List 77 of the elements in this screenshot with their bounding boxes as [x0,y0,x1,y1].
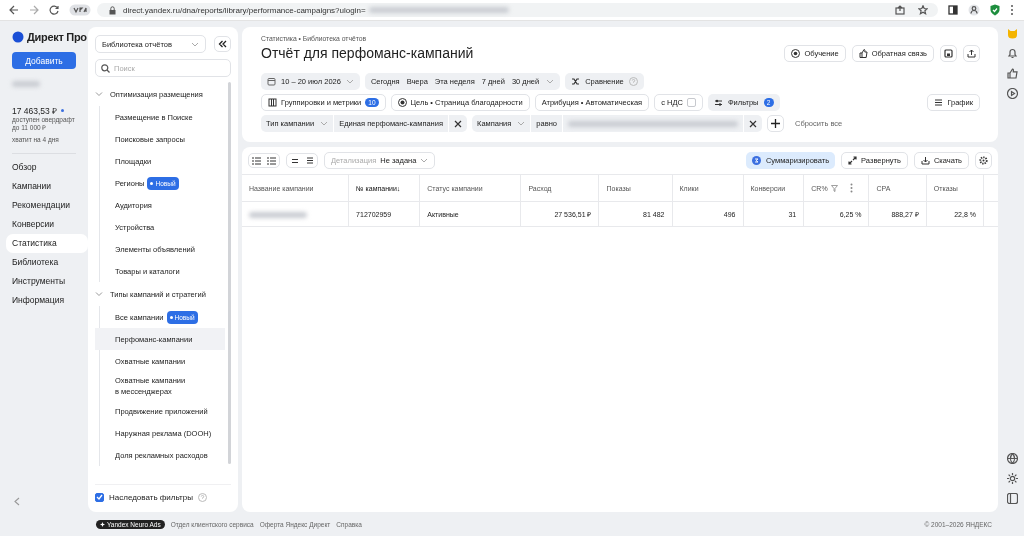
list-view-button[interactable] [264,154,279,167]
sum-icon [751,156,761,165]
columns-icon [268,98,277,107]
reload-icon[interactable] [49,5,59,15]
close-icon [454,119,462,128]
save-button[interactable] [940,45,957,62]
chevron-down-icon [517,121,526,126]
status-dot [61,109,65,112]
lines-icon [305,157,314,164]
nav-item[interactable]: Кампании [6,177,88,196]
back-icon[interactable] [9,5,19,15]
bell-icon[interactable] [1006,48,1018,59]
checkmark-icon [96,494,103,500]
settings-button[interactable] [975,152,992,169]
share-icon[interactable] [895,5,905,15]
thumbs-up-icon [858,49,868,58]
collapse-panel-button[interactable] [214,36,231,52]
chevron-down-icon [420,158,429,163]
blurred-text [249,211,307,218]
chevron-down-icon [546,79,555,84]
logo-icon [12,31,24,43]
calendar-icon [267,77,276,86]
search-icon [101,63,110,73]
help-icon [628,77,638,86]
list-view-button[interactable] [249,154,264,167]
upload-icon [967,49,976,58]
lock-icon [109,5,116,15]
target-icon [397,98,407,107]
close-icon [749,119,757,128]
plus-icon [771,119,780,128]
double-chevron-icon [218,40,227,48]
save-icon [944,49,953,58]
star-icon[interactable] [918,5,928,15]
add-filter-button[interactable] [767,115,784,132]
checkbox-label: Наследовать фильтры [109,492,193,502]
settings-icon [979,156,988,165]
checkbox[interactable] [686,98,696,107]
globe-icon[interactable] [1006,453,1018,464]
remove-filter-button[interactable] [449,115,467,132]
vpn-icon[interactable] [69,4,91,16]
balance-amount: 17 463,53 ₽ [12,105,58,116]
shield-icon[interactable] [990,4,1000,16]
shuffle-icon [571,77,581,86]
chevron-down-icon [191,41,199,47]
sparkle-icon [100,522,105,527]
add-button[interactable]: Добавить [12,52,76,69]
nav-item[interactable]: Обзор [6,158,88,177]
list-icon [252,156,261,165]
sidebar-settings-icon[interactable] [1006,493,1018,504]
nav-item[interactable]: Библиотека [6,253,88,272]
expand-icon [848,156,858,165]
share-button[interactable] [963,45,980,62]
chevron-down-icon [320,121,329,126]
lines-icon [290,157,299,164]
blurred-text [12,81,40,87]
nav-item[interactable]: Инструменты [6,272,88,291]
download-icon [920,156,930,165]
sliders-icon [713,98,723,107]
side-panel-icon[interactable] [948,5,958,15]
scrollbar[interactable] [228,82,231,464]
url-text: direct.yandex.ru/dna/reports/library/performance-campaigns?ulogin= [123,5,366,15]
address-bar[interactable]: direct.yandex.ru/dna/reports/library/performance-campaigns?ulogin= [97,3,938,17]
logo-text: Директ Про [27,31,87,43]
nav-item[interactable]: Статистика [6,234,88,253]
profile-icon[interactable] [968,4,980,16]
nav-item[interactable]: Конверсии [6,215,88,234]
checkbox[interactable] [95,492,104,502]
nav-item[interactable]: Рекомендации [6,196,88,215]
sun-icon[interactable] [1006,473,1018,484]
list-icon [267,156,276,165]
kebab-icon [849,183,853,193]
page-title: Отчёт для перфоманс-кампаний [261,45,474,61]
remove-filter-button[interactable] [744,115,762,132]
thumbs-up-icon[interactable] [1006,68,1018,79]
nav-item[interactable]: Информация [6,291,88,310]
chevron-down-icon [345,79,354,84]
more-icon[interactable] [1010,4,1014,16]
